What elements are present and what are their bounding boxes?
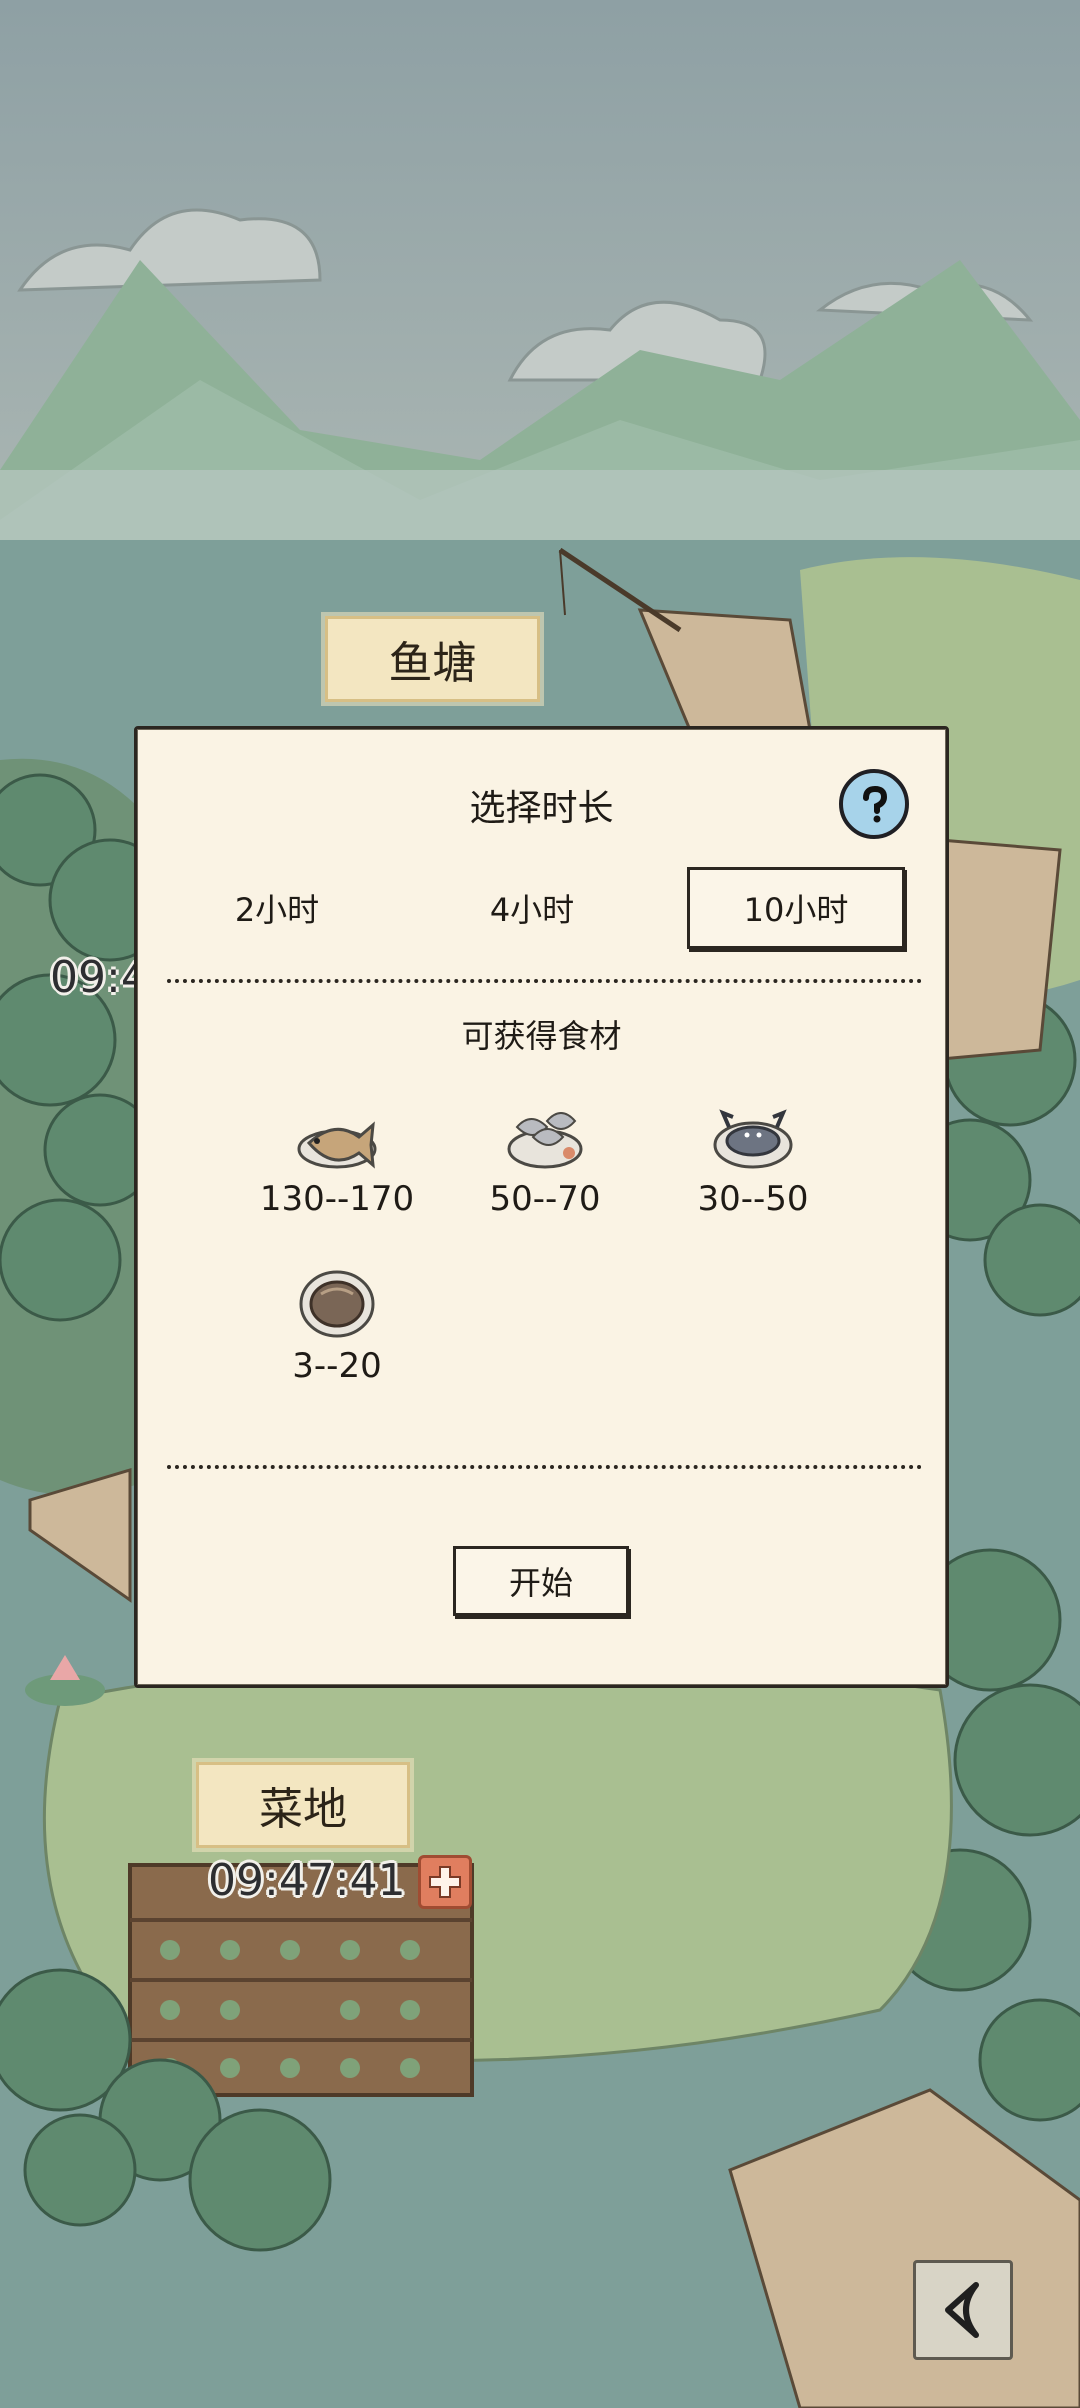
duration-tab-10h[interactable]: 10小时	[687, 867, 905, 949]
shrimp-icon	[507, 1112, 583, 1169]
fish-icon	[297, 1121, 377, 1169]
back-arrow-icon[interactable]	[913, 2260, 1013, 2360]
dialog-title: 选择时长	[469, 788, 614, 829]
ingredient-item: 130--170	[247, 1097, 427, 1227]
fish-pond-sign[interactable]: 鱼塘	[325, 616, 540, 702]
ingredient-range: 130--170	[259, 1179, 415, 1219]
farm-timer: 09:47:41	[208, 1855, 406, 1906]
plus-icon[interactable]	[418, 1855, 472, 1909]
ingredient-item: 30--50	[663, 1097, 843, 1227]
duration-tab-2h[interactable]: 2小时	[197, 867, 357, 949]
crab-icon	[713, 1109, 793, 1169]
ingredient-range: 3--20	[292, 1346, 382, 1386]
ingredient-item: 50--70	[455, 1097, 635, 1227]
divider	[167, 1465, 922, 1469]
start-button[interactable]: 开始	[453, 1546, 629, 1616]
vegetable-field-sign[interactable]: 菜地	[196, 1762, 410, 1848]
ingredient-range: 50--70	[489, 1179, 601, 1219]
duration-tab-4h[interactable]: 4小时	[452, 867, 612, 949]
clam-icon	[299, 1270, 375, 1338]
question-mark-icon[interactable]	[839, 769, 909, 839]
divider	[167, 979, 922, 983]
duration-dialog: 选择时长 2小时 4小时 10小时 可获得食材 130--170 50--70	[134, 726, 949, 1688]
ingredient-item: 3--20	[247, 1264, 427, 1394]
ingredients-title: 可获得食材	[461, 1017, 622, 1055]
ingredient-range: 30--50	[697, 1179, 809, 1219]
